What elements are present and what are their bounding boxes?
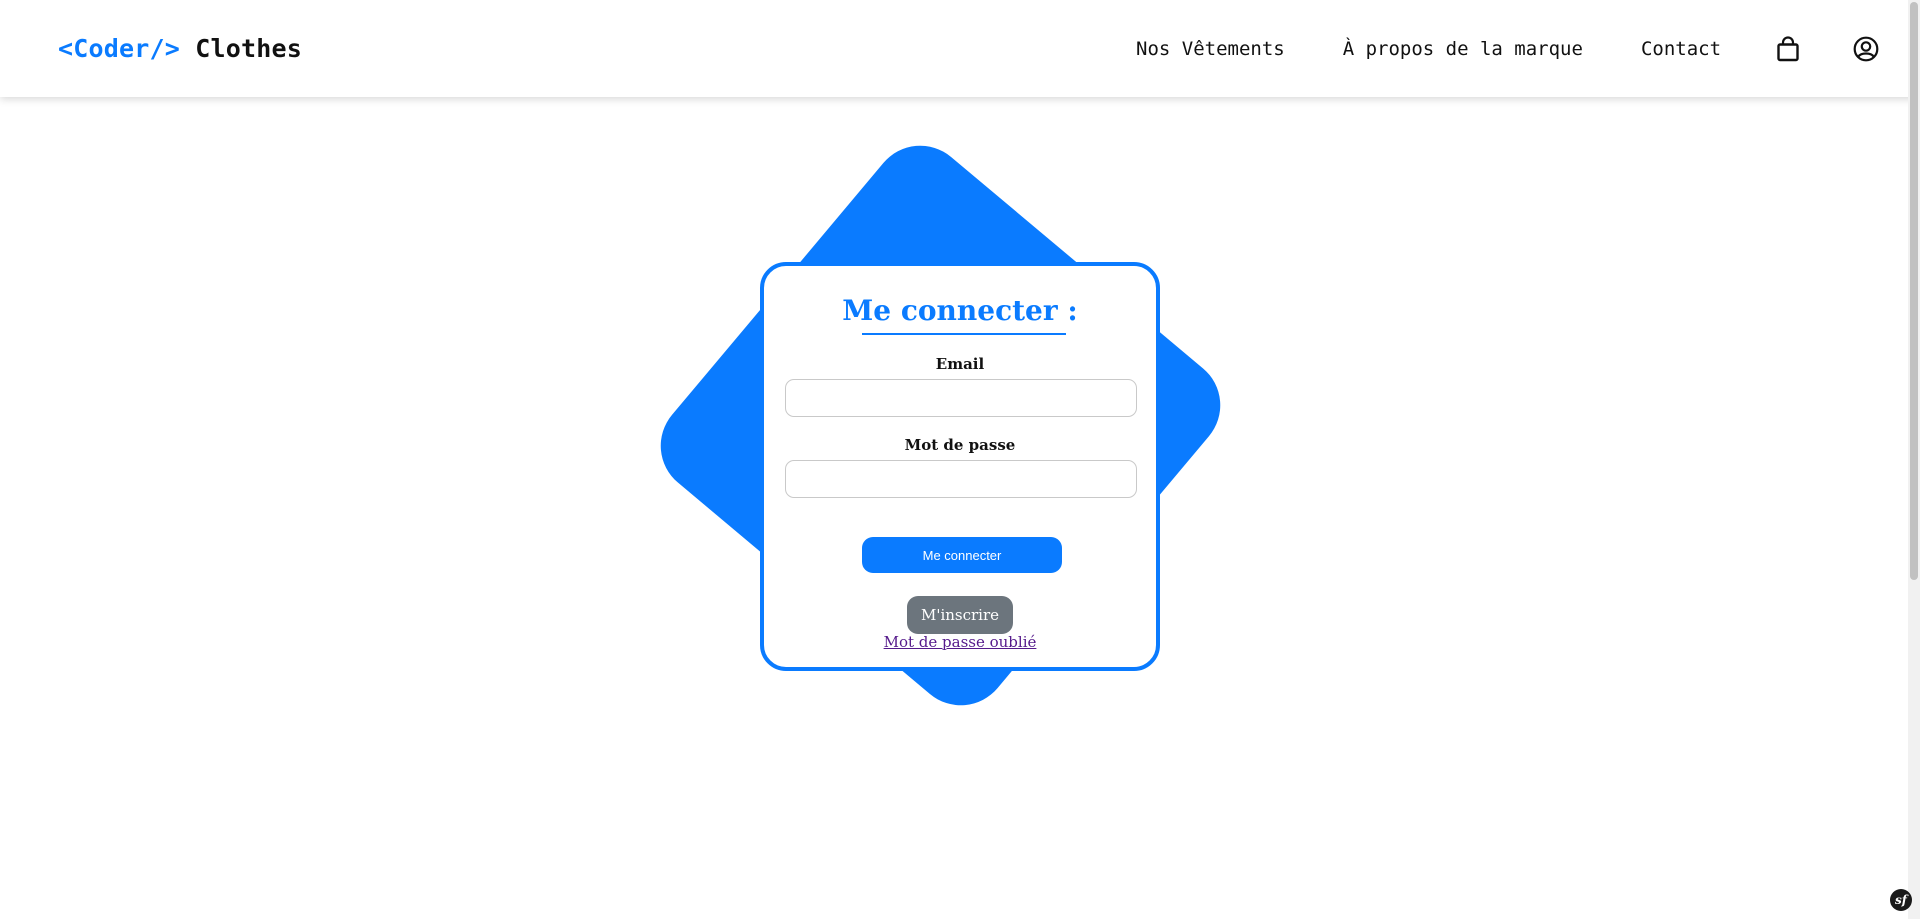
vertical-scrollbar[interactable] bbox=[1908, 0, 1920, 919]
scrollbar-thumb[interactable] bbox=[1910, 2, 1918, 580]
brand-name-text: Clothes bbox=[195, 34, 303, 63]
user-circle-icon[interactable] bbox=[1853, 36, 1879, 62]
password-field[interactable] bbox=[785, 460, 1137, 498]
forgot-password-link[interactable]: Mot de passe oublié bbox=[764, 633, 1156, 651]
nav-link-clothes[interactable]: Nos Vêtements bbox=[1136, 38, 1285, 60]
login-title: Me connecter : bbox=[842, 294, 1078, 327]
main-nav: Nos Vêtements À propos de la marque Cont… bbox=[1136, 36, 1879, 62]
brand-logo[interactable]: <Coder/> Clothes bbox=[58, 34, 302, 63]
nav-link-contact[interactable]: Contact bbox=[1641, 38, 1721, 60]
title-underline bbox=[862, 333, 1066, 335]
password-label: Mot de passe bbox=[904, 436, 1016, 454]
login-card: Me connecter : Email Mot de passe Me con… bbox=[760, 262, 1160, 671]
email-label: Email bbox=[935, 355, 985, 373]
login-button[interactable]: Me connecter bbox=[862, 537, 1062, 573]
nav-link-about[interactable]: À propos de la marque bbox=[1343, 38, 1583, 60]
symfony-toolbar-icon[interactable]: sf bbox=[1890, 889, 1912, 911]
register-button[interactable]: M'inscrire bbox=[907, 596, 1013, 634]
brand-code-text: <Coder/> bbox=[58, 34, 181, 63]
shopping-bag-icon[interactable] bbox=[1775, 36, 1801, 62]
email-field[interactable] bbox=[785, 379, 1137, 417]
site-header: <Coder/> Clothes Nos Vêtements À propos … bbox=[0, 0, 1920, 97]
